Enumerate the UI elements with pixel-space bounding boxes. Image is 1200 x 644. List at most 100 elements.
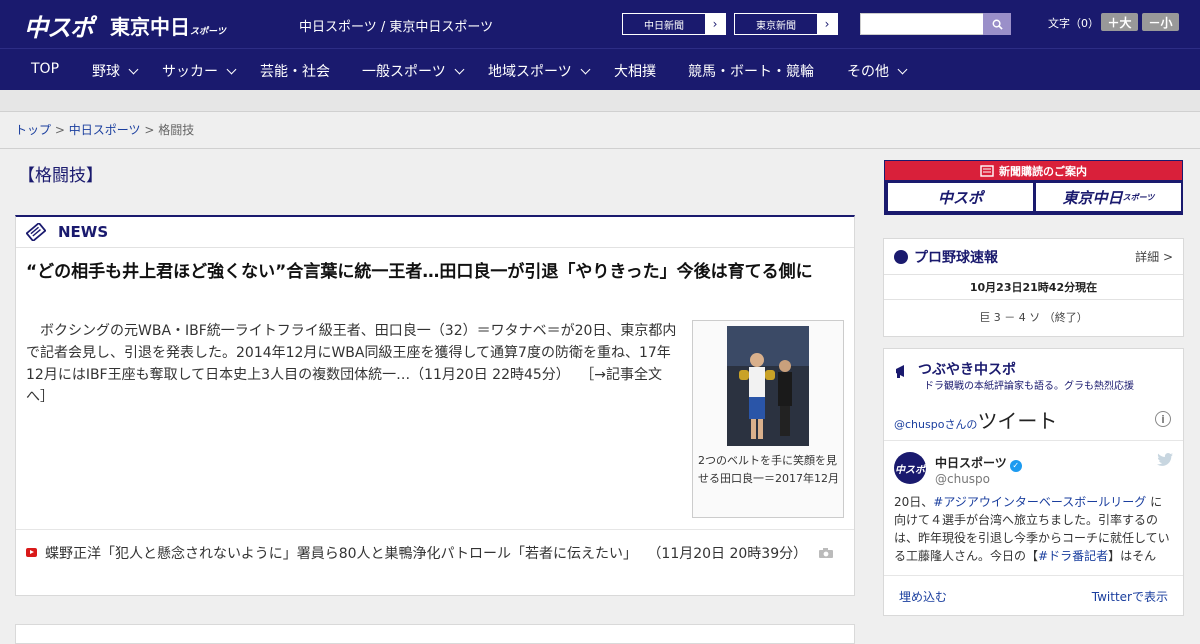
breadcrumb-site[interactable]: 中日スポーツ [69,123,141,137]
chunichi-shimbun-link[interactable]: 中日新聞 › [622,13,726,35]
twitter-panel: つぶやき中スポ ドラ観戦の本紙評論家も語る。グラも熱烈応援 @chuspoさんの… [883,348,1184,616]
font-larger-button[interactable]: ＋大 [1101,13,1138,31]
twitter-title: つぶやき中スポ [918,362,1016,378]
nav-general-sports-label: 一般スポーツ [362,64,446,80]
nav-top[interactable]: TOP [31,61,59,77]
baseball-timestamp: 10月23日21時42分現在 [884,275,1183,300]
main-nav: TOP 野球 サッカー 芸能・社会 一般スポーツ 地域スポーツ 大相撲 競馬・ボ… [0,48,1200,90]
chevron-down-icon [580,64,591,74]
tweet-text: 20日、#アジアウインターベースボールリーグ に向けて４選手が台湾へ旅立ちました… [894,493,1174,567]
tokyo-chunichi-logo-small: スポーツ [190,27,226,37]
nav-baseball-label: 野球 [92,64,120,80]
twitter-subtitle: ドラ観戦の本紙評論家も語る。グラも熱烈応援 [924,381,1134,392]
nav-racing-label: 競馬・ボート・競輪 [688,64,814,80]
news-label: NEWS [58,223,109,241]
nav-entertainment[interactable]: 芸能・社会 [260,61,330,81]
baseball-icon [894,249,908,264]
nav-others-label: その他 [847,64,889,80]
news-header: NEWS [16,217,854,248]
avatar[interactable]: 中スポ [894,452,926,484]
news-headline[interactable]: “どの相手も井上君ほど強くない”合言葉に統一王者…田口良一が引退「やりきった」今… [26,259,846,285]
chevron-right-icon: › [817,14,837,34]
subscription-title: 新聞購読のご案内 [999,164,1087,178]
megaphone-icon [896,365,904,378]
nav-others[interactable]: その他 [847,61,908,81]
view-on-twitter-link[interactable]: Twitterで表示 [1092,588,1168,605]
tweet-text-1: 20日、 [894,495,934,509]
tweets-handle-suffix: さんの [944,418,978,431]
breadcrumb-current: 格闘技 [158,123,195,137]
twitter-header: つぶやき中スポ [884,349,1183,379]
nav-local-sports[interactable]: 地域スポーツ [488,61,591,81]
tweets-handle-link[interactable]: @chuspo [894,418,944,431]
sub-news-time: （11月20日 20時39分） [647,546,808,562]
site-names: 中日スポーツ / 東京中日スポーツ [299,20,494,35]
hashtag-link[interactable]: #アジアウインターベースボールリーグ [933,495,1146,509]
nav-soccer-label: サッカー [162,64,218,80]
news-section: NEWS “どの相手も井上君ほど強くない”合言葉に統一王者…田口良一が引退「やり… [15,215,855,596]
baseball-title: プロ野球速報 [914,249,998,266]
tweet-author-name[interactable]: 中日スポーツ ✓ [935,454,1022,472]
chevron-down-icon [128,64,139,74]
search-icon [992,19,1003,30]
next-section [15,624,855,644]
chevron-down-icon [454,64,465,74]
chevron-right-icon: › [705,14,725,34]
font-smaller-button[interactable]: －小 [1142,13,1179,31]
nav-general-sports[interactable]: 一般スポーツ [362,61,465,81]
breadcrumb: トップ > 中日スポーツ > 格闘技 [15,121,194,138]
tokyo-chunichi-subscribe-label: 東京中日 [1062,188,1123,207]
nav-sumo[interactable]: 大相撲 [614,61,656,81]
chuspo-subscribe-button[interactable]: 中スポ [888,183,1033,211]
hashtag-link[interactable]: #ドラ番記者 [1038,549,1108,563]
nav-entertainment-label: 芸能・社会 [260,64,330,80]
sub-news-headline[interactable]: 蝶野正洋「犯人と懸念されないように」署員ら80人と巣鴨浄化パトロール「若者に伝え… [45,546,637,562]
video-icon [26,548,37,557]
tokyo-chunichi-logo[interactable]: 東京中日スポーツ [110,11,226,40]
embed-link[interactable]: 埋め込む [899,588,947,605]
ad-strip [0,90,1200,112]
chuspo-logo[interactable]: 中スポ [24,8,94,43]
tokyo-chunichi-subscribe-button[interactable]: 東京中日 スポーツ [1036,183,1181,211]
breadcrumb-separator: > [54,123,65,137]
chunichi-shimbun-label: 中日新聞 [644,20,684,32]
twitter-bird-icon [1157,453,1173,470]
breadcrumb-top[interactable]: トップ [15,123,51,137]
nav-top-label: TOP [31,61,60,77]
baseball-score[interactable]: 巨 3 － 4 ソ （終了） [884,300,1183,334]
news-summary: ボクシングの元WBA・IBF統一ライトフライ級王者、田口良一（32）＝ワタナベ＝… [26,320,681,408]
tokyo-chunichi-logo-text: 東京中日 [110,15,190,39]
verified-icon: ✓ [1009,460,1022,472]
baseball-panel: プロ野球速報 詳細 > 10月23日21時42分現在 巨 3 － 4 ソ （終了… [883,238,1184,337]
photo-caption: 2つのベルトを手に笑顔を見せる田口良一＝2017年12月 [698,454,839,485]
search-input[interactable] [860,13,984,35]
tweet-author-name-text: 中日スポーツ [935,456,1007,470]
nav-baseball[interactable]: 野球 [92,61,139,81]
tweets-title: @chuspoさんのツイート [894,405,1057,434]
photo-illustration [727,326,809,446]
tokyo-shimbun-link[interactable]: 東京新聞 › [734,13,838,35]
tweet-author-handle[interactable]: @chuspo [935,472,990,486]
subscription-header: 新聞購読のご案内 [885,161,1182,180]
search-button[interactable] [983,13,1011,35]
camera-icon [818,548,833,558]
info-icon[interactable]: i [1155,411,1171,427]
chevron-down-icon [897,64,908,74]
nav-racing[interactable]: 競馬・ボート・競輪 [688,61,814,81]
news-summary-text: ボクシングの元WBA・IBF統一ライトフライ級王者、田口良一（32）＝ワタナベ＝… [26,323,677,383]
tokyo-chunichi-subscribe-small: スポーツ [1122,192,1155,202]
news-photo[interactable]: 2つのベルトを手に笑顔を見せる田口良一＝2017年12月 [692,320,844,518]
divider [0,148,1200,149]
sub-news-item[interactable]: 蝶野正洋「犯人と懸念されないように」署員ら80人と巣鴨浄化パトロール「若者に伝え… [26,543,846,565]
tweets-label: ツイート [977,409,1058,433]
subscription-banner: 新聞購読のご案内 中スポ 東京中日 スポーツ [884,160,1183,215]
baseball-header: プロ野球速報 詳細 > [884,239,1183,275]
nav-soccer[interactable]: サッカー [162,61,237,81]
breadcrumb-separator: > [144,123,155,137]
twitter-footer: 埋め込む Twitterで表示 [884,575,1183,617]
newspaper-icon [980,164,994,177]
page-title: 【格闘技】 [18,166,103,186]
tokyo-shimbun-label: 東京新聞 [756,20,796,32]
baseball-detail-link[interactable]: 詳細 > [1135,248,1173,265]
divider [884,440,1183,441]
